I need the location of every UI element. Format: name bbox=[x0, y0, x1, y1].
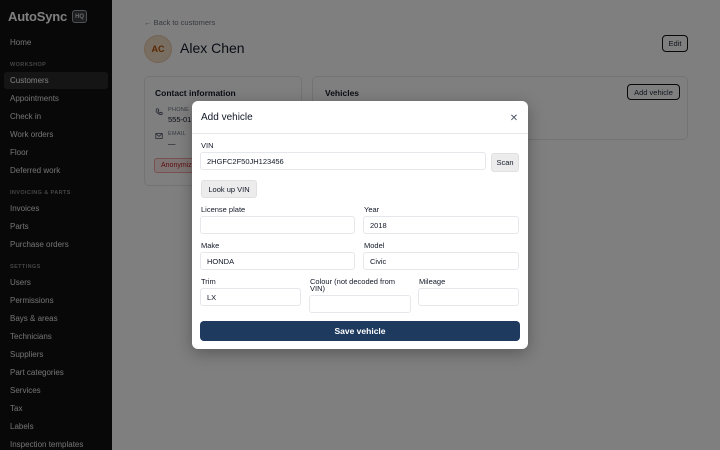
trim-label: Trim bbox=[201, 277, 216, 286]
close-icon[interactable]: ✕ bbox=[508, 112, 520, 124]
mileage-input[interactable] bbox=[418, 288, 519, 306]
modal-divider bbox=[192, 133, 528, 134]
make-label: Make bbox=[201, 241, 220, 250]
vin-input[interactable] bbox=[200, 152, 486, 170]
scan-button[interactable]: Scan bbox=[491, 153, 519, 172]
license-plate-label: License plate bbox=[201, 205, 246, 214]
year-label: Year bbox=[364, 205, 380, 214]
add-vehicle-modal: Add vehicle ✕ VIN Scan Look up VIN Licen… bbox=[192, 101, 528, 349]
mileage-label: Mileage bbox=[419, 277, 446, 286]
model-label: Model bbox=[364, 241, 385, 250]
colour-input[interactable] bbox=[309, 295, 411, 313]
model-input[interactable] bbox=[363, 252, 519, 270]
year-input[interactable] bbox=[363, 216, 519, 234]
look-up-vin-button[interactable]: Look up VIN bbox=[201, 180, 257, 198]
license-plate-input[interactable] bbox=[200, 216, 355, 234]
save-vehicle-button[interactable]: Save vehicle bbox=[200, 321, 520, 341]
trim-input[interactable] bbox=[200, 288, 301, 306]
vin-label: VIN bbox=[201, 141, 214, 150]
modal-title: Add vehicle bbox=[201, 112, 253, 123]
colour-label: Colour (not decoded from VIN) bbox=[310, 277, 396, 293]
make-input[interactable] bbox=[200, 252, 355, 270]
